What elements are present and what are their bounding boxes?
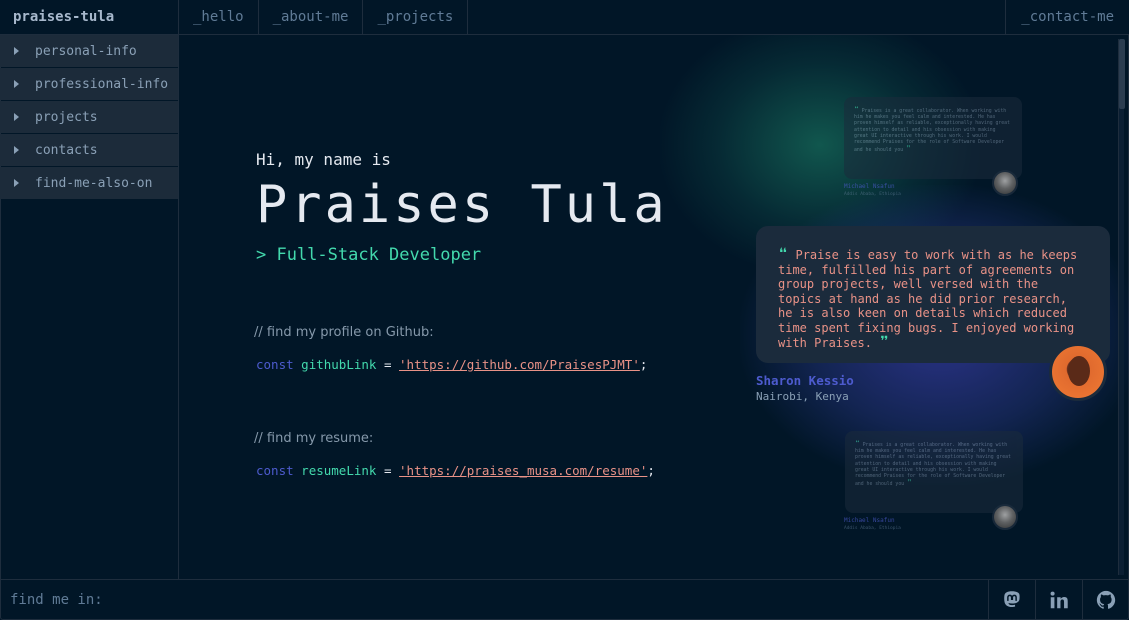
testimonial-location: Addis Ababa, Ethiopia xyxy=(844,192,901,197)
code-keyword: const xyxy=(256,357,294,372)
testimonial-text: ❝ Praises is a great collaborator. When … xyxy=(854,105,1010,154)
sidebar-item-label: personal-info xyxy=(35,43,137,59)
greeting: Hi, my name is xyxy=(256,150,391,169)
github-comment: // find my profile on Github: xyxy=(254,325,434,340)
testimonial-location: Nairobi, Kenya xyxy=(756,390,849,403)
tab-contact-me[interactable]: _contact-me xyxy=(1005,0,1129,34)
tab-about-me[interactable]: _about-me xyxy=(259,0,364,34)
sidebar-item-professional-info[interactable]: professional-info xyxy=(0,68,178,100)
github-code-line: const githubLink = 'https://github.com/P… xyxy=(256,357,647,372)
github-link[interactable]: 'https://github.com/PraisesPJMT' xyxy=(399,357,640,372)
code-variable: resumeLink xyxy=(301,463,377,478)
caret-right-icon xyxy=(14,179,19,187)
code-operator: = xyxy=(383,357,392,372)
quote-close-icon: ❞ xyxy=(879,332,890,353)
hero-name: Praises Tula xyxy=(256,175,668,235)
testimonial-quote: Praise is easy to work with as he keeps … xyxy=(778,248,1078,350)
sidebar-item-label: professional-info xyxy=(35,76,169,92)
quote-close-icon: ❞ xyxy=(907,478,912,488)
main-content: Hi, my name is Praises Tula > Full-Stack… xyxy=(180,35,1129,579)
testimonial-card-faded-top: ❝ Praises is a great collaborator. When … xyxy=(844,97,1022,179)
sidebar-item-projects[interactable]: projects xyxy=(0,101,178,133)
scrollbar[interactable] xyxy=(1118,39,1125,575)
caret-right-icon xyxy=(14,80,19,88)
mastodon-icon xyxy=(1004,591,1020,608)
top-nav: praises-tula _hello _about-me _projects … xyxy=(0,0,1129,35)
resume-comment: // find my resume: xyxy=(254,431,374,446)
linkedin-icon xyxy=(1050,591,1068,609)
avatar xyxy=(992,170,1018,196)
testimonial-name: Sharon Kessio xyxy=(756,373,854,388)
testimonial-name: Michael Nsafun xyxy=(844,517,895,524)
code-variable: githubLink xyxy=(301,357,377,372)
quote-open-icon: ❝ xyxy=(854,105,859,114)
github-link[interactable] xyxy=(1082,580,1129,620)
sidebar-item-contacts[interactable]: contacts xyxy=(0,134,178,166)
testimonial-name: Michael Nsafun xyxy=(844,183,895,190)
linkedin-link[interactable] xyxy=(1035,580,1082,620)
code-operator: = xyxy=(383,463,392,478)
footer-label: find me in: xyxy=(10,592,103,608)
sidebar-item-find-me-also-on[interactable]: find-me-also-on xyxy=(0,167,178,199)
sidebar: personal-info professional-info projects… xyxy=(0,35,179,579)
tab-hello[interactable]: _hello xyxy=(179,0,259,34)
code-keyword: const xyxy=(256,463,294,478)
sidebar-item-label: projects xyxy=(35,109,98,125)
brand-name[interactable]: praises-tula xyxy=(0,0,179,34)
resume-code-line: const resumeLink = 'https://praises_musa… xyxy=(256,463,655,478)
caret-right-icon xyxy=(14,47,19,55)
footer: find me in: xyxy=(0,579,1129,620)
code-semicolon: ; xyxy=(639,357,648,372)
caret-right-icon xyxy=(14,113,19,121)
code-semicolon: ; xyxy=(647,463,655,478)
mastodon-link[interactable] xyxy=(988,580,1035,620)
scrollbar-thumb[interactable] xyxy=(1119,39,1125,109)
testimonial-location: Addis Ababa, Ethiopia xyxy=(844,526,901,531)
quote-open-icon: ❝ xyxy=(855,439,860,448)
sidebar-item-label: contacts xyxy=(35,142,98,158)
testimonial-card-faded-bottom: ❝ Praises is a great collaborator. When … xyxy=(845,431,1023,513)
avatar xyxy=(1049,343,1107,401)
github-icon xyxy=(1096,590,1116,609)
resume-link[interactable]: 'https://praises_musa.com/resume' xyxy=(399,463,647,478)
sidebar-item-label: find-me-also-on xyxy=(35,175,153,191)
hero-role: > Full-Stack Developer xyxy=(256,245,482,265)
avatar xyxy=(992,504,1018,530)
caret-right-icon xyxy=(14,146,19,154)
tab-projects[interactable]: _projects xyxy=(363,0,469,34)
testimonial-card-main: ❝ Praise is easy to work with as he keep… xyxy=(756,226,1110,363)
testimonial-text: ❝ Praises is a great collaborator. When … xyxy=(855,439,1011,488)
quote-close-icon: ❞ xyxy=(906,144,911,154)
sidebar-item-personal-info[interactable]: personal-info xyxy=(0,35,178,67)
